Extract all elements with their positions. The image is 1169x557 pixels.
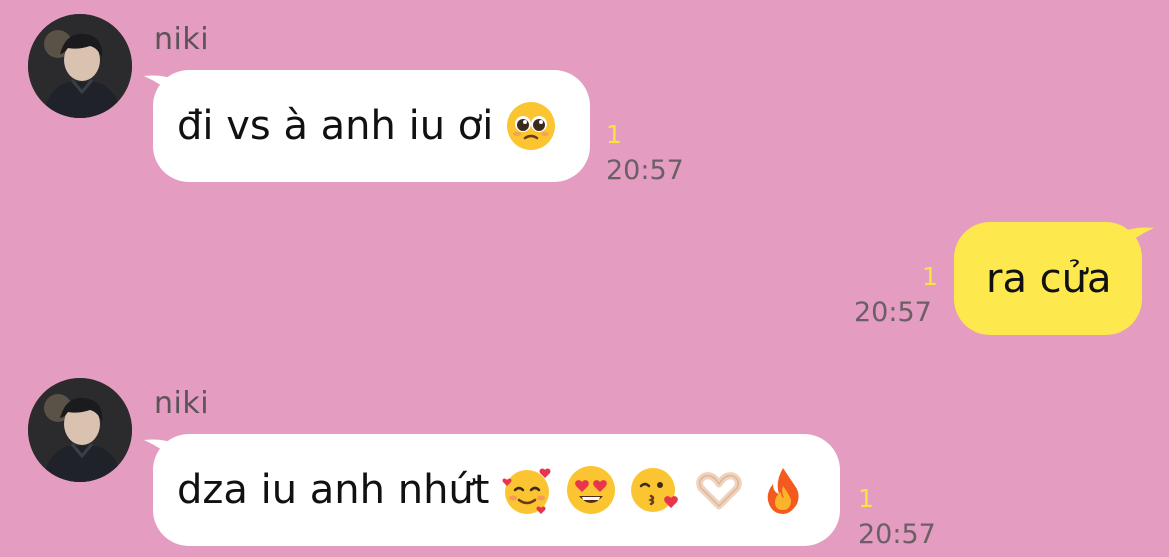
message-time: 20:57 [854,297,932,328]
avatar[interactable] [28,378,132,482]
face-blowing-kiss-icon [631,468,679,512]
message-bubble[interactable]: đi vs à anh iu ơi [153,70,590,182]
message-bubble[interactable]: ra cửa [954,222,1142,335]
sender-name: niki [154,22,210,57]
unread-count: 1 [606,120,622,149]
avatar[interactable] [28,14,132,118]
message-time: 20:57 [606,155,684,186]
pleading-face-icon [507,102,556,150]
sender-name: niki [154,386,210,421]
message-text: dza iu anh nhứt [177,467,490,513]
profile-photo-icon [28,14,132,118]
message-text: ra cửa [986,255,1112,302]
unread-count: 1 [858,484,874,513]
fire-icon [768,468,800,514]
message-bubble[interactable]: dza iu anh nhứt [153,434,840,546]
message-time: 20:57 [858,519,936,550]
unread-count: 1 [922,262,938,291]
message-text: đi vs à anh iu ơi [177,103,494,149]
heart-hands-icon [696,472,743,510]
heart-eyes-icon [567,466,616,514]
smiling-face-with-hearts-icon [502,468,551,514]
profile-photo-icon [28,378,132,482]
